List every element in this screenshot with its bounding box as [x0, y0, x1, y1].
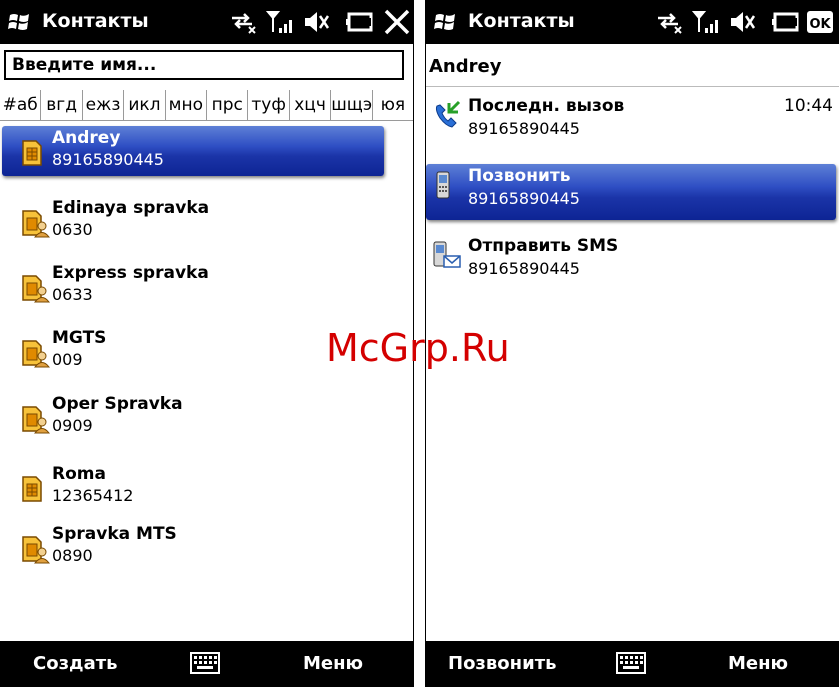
ok-button-icon[interactable]: OK [806, 8, 834, 36]
search-input[interactable] [6, 52, 402, 78]
contact-name: Edinaya spravka [52, 198, 210, 218]
windows-start-icon[interactable] [8, 11, 32, 33]
app-title: Контакты [42, 10, 149, 32]
sim-contact-icon [22, 275, 50, 303]
contact-number: 12365412 [52, 486, 134, 505]
watermark: McGrp.Ru [326, 326, 510, 370]
call-softkey[interactable]: Позвонить [448, 653, 557, 674]
alpha-index-segment[interactable]: туф [248, 90, 290, 120]
alpha-index-segment[interactable]: прс [207, 90, 249, 120]
contact-name: Oper Spravka [52, 394, 183, 414]
alpha-index-segment[interactable]: мно [166, 90, 208, 120]
contact-name-heading: Andrey [429, 56, 502, 77]
action-number: 89165890445 [468, 119, 580, 138]
alpha-index-segment[interactable]: шщэ [331, 90, 373, 120]
alpha-index-segment[interactable]: вгд [41, 90, 83, 120]
app-title: Контакты [468, 10, 575, 32]
close-icon[interactable] [383, 8, 411, 36]
sim-card-icon [22, 476, 42, 502]
volume-muted-icon[interactable] [302, 8, 332, 36]
softkey-bar: Позвонить Меню [426, 641, 839, 687]
sim-contact-icon [22, 340, 50, 368]
menu-softkey[interactable]: Меню [728, 653, 788, 674]
contact-number: 0630 [52, 220, 93, 239]
last-call-item[interactable]: Последн. вызов 89165890445 10:44 [426, 94, 839, 154]
title-bar: Контакты [0, 0, 413, 44]
contact-number: 0633 [52, 285, 93, 304]
contact-item-andrey[interactable]: Andrey 89165890445 [2, 126, 384, 176]
contact-name: MGTS [52, 328, 107, 348]
contact-number: 0909 [52, 416, 93, 435]
signal-strength-icon[interactable] [692, 8, 722, 36]
action-number: 89165890445 [468, 259, 580, 278]
contact-item-edinaya-spravka[interactable]: Edinaya spravka 0630 [0, 196, 390, 246]
contact-number: 89165890445 [52, 150, 164, 169]
contact-name: Express spravka [52, 263, 209, 283]
title-bar: Контакты OK [426, 0, 839, 44]
alpha-index-segment[interactable]: ежз [83, 90, 125, 120]
sim-contact-icon [22, 210, 50, 238]
sim-card-icon [22, 140, 42, 166]
svg-text:OK: OK [809, 17, 831, 32]
sms-icon [433, 241, 461, 268]
name-search-field[interactable] [4, 50, 404, 80]
sim-contact-icon [22, 406, 50, 434]
softkey-bar: Создать Меню [0, 641, 413, 687]
battery-icon[interactable] [772, 8, 802, 36]
connectivity-icon[interactable] [228, 8, 258, 36]
contact-item-oper-spravka[interactable]: Oper Spravka 0909 [0, 392, 390, 442]
call-time: 10:44 [784, 96, 833, 116]
mobile-phone-icon [436, 171, 450, 199]
create-softkey[interactable]: Создать [33, 653, 118, 674]
contact-number: 0890 [52, 546, 93, 565]
action-number: 89165890445 [468, 189, 580, 208]
contact-item-spravka-mts[interactable]: Spravka MTS 0890 [0, 522, 390, 572]
windows-start-icon[interactable] [434, 11, 458, 33]
keyboard-icon[interactable] [616, 652, 646, 674]
action-label: Отправить SMS [468, 236, 619, 256]
contact-number: 009 [52, 350, 83, 369]
battery-icon[interactable] [346, 8, 376, 36]
sim-contact-icon [22, 536, 50, 564]
alpha-index-segment[interactable]: #аб [0, 90, 42, 120]
connectivity-icon[interactable] [654, 8, 684, 36]
menu-softkey[interactable]: Меню [303, 653, 363, 674]
contact-name: Andrey [52, 128, 121, 148]
alpha-index-segment[interactable]: икл [124, 90, 166, 120]
volume-muted-icon[interactable] [728, 8, 758, 36]
contact-item-roma[interactable]: Roma 12365412 [0, 462, 390, 512]
contact-header: Andrey [426, 44, 839, 87]
alpha-index-segment[interactable]: хцч [290, 90, 332, 120]
signal-strength-icon[interactable] [266, 8, 296, 36]
action-label: Последн. вызов [468, 96, 625, 116]
action-label: Позвонить [468, 166, 571, 186]
phone-call-icon [435, 100, 461, 128]
send-sms-item[interactable]: Отправить SMS 89165890445 [426, 234, 839, 294]
keyboard-icon[interactable] [190, 652, 220, 674]
contact-name: Roma [52, 464, 106, 484]
call-item[interactable]: Позвонить 89165890445 [426, 164, 836, 220]
contact-name: Spravka MTS [52, 524, 177, 544]
contact-item-express-spravka[interactable]: Express spravka 0633 [0, 261, 390, 311]
alpha-index-segment[interactable]: юя [373, 90, 413, 120]
alphabet-index-bar: #аб вгд ежз икл мно прс туф хцч шщэ юя [0, 90, 413, 121]
